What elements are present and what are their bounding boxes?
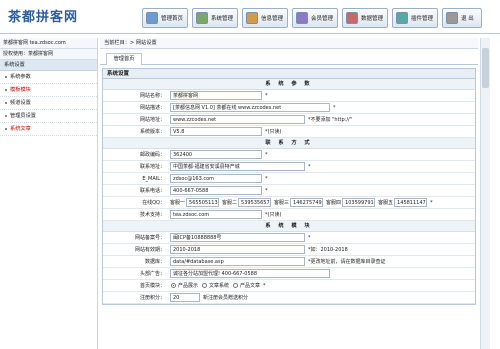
form-title: 系统设置 <box>103 69 475 79</box>
sidebar-item-articles[interactable]: 系统文章 <box>0 123 97 136</box>
row-zip: 邮政编码： 362400 * <box>103 149 475 161</box>
row-tech: 技术支持： tea.zdsoc.com *(只读) <box>103 209 475 221</box>
site-desc-input[interactable]: [茶都信息网 V1.0] 茶都在线 www.zzcodes.net <box>170 103 330 112</box>
qq-group: 客服一 565505113 客服二 539535657 客服三 1462757490 … <box>170 198 433 207</box>
nav-data-button[interactable]: 数据管理 <box>342 8 388 28</box>
row-ad: 头部广告： 诚征各分站加盟代理! 400-667-0588 <box>103 268 475 280</box>
icp-input[interactable]: 闽ICP备10888888号 <box>170 233 305 242</box>
row-points: 注册积分： 20 新注册会员赠送积分 <box>103 292 475 304</box>
row-email: E_MAIL： zdsoc@163.com * <box>103 173 475 185</box>
qq-input-2[interactable]: 539535657 <box>238 198 272 207</box>
sidebar-site-name: 茶都拼客网 tea.zdsoc.com <box>0 38 97 49</box>
points-input[interactable]: 20 <box>170 293 200 302</box>
home-icon <box>146 12 158 24</box>
site-logo: 茶都拼客网 <box>8 10 79 25</box>
sidebar-item-params[interactable]: 系统参数 <box>0 71 97 84</box>
ad-input[interactable]: 诚征各分站加盟代理! 400-667-0588 <box>170 269 330 278</box>
row-site-name: 网站名称： 茶都拼客网 * <box>103 90 475 102</box>
tech-input[interactable]: tea.zdsoc.com <box>170 210 262 219</box>
site-name-input[interactable]: 茶都拼客网 <box>170 91 262 100</box>
database-icon <box>346 12 358 24</box>
phone-input[interactable]: 400-667-0588 <box>170 186 262 195</box>
sidebar-item-admins[interactable]: 管理员设置 <box>0 110 97 123</box>
gear-icon <box>196 12 208 24</box>
top-header: 茶都拼客网 管理首页 系统管理 信息管理 会员管理 数据管理 插件管理 退 出 <box>0 0 500 34</box>
address-input[interactable]: 中国茶都·福建省安溪县特产城 <box>170 162 305 171</box>
nav-members-button[interactable]: 会员管理 <box>292 8 338 28</box>
sys-version-input[interactable]: V5.8 <box>170 127 262 136</box>
radio-products-articles[interactable] <box>233 283 239 288</box>
qq-input-3[interactable]: 1462757490 <box>290 198 324 207</box>
site-url-input[interactable]: www.zzcodes.net <box>170 115 305 124</box>
sidebar: 茶都拼客网 tea.zdsoc.com 授权使用：茶都拼客网 系统设置 系统参数… <box>0 38 98 349</box>
document-icon <box>246 12 258 24</box>
sidebar-group-system[interactable]: 系统设置 <box>0 60 97 71</box>
row-site-url: 网站地址： www.zzcodes.net *不要添加 "http://" <box>103 114 475 126</box>
nav-home-button[interactable]: 管理首页 <box>142 8 188 28</box>
row-home-module: 首页模块： 产品展示 文章系统 产品文章 * <box>103 280 475 292</box>
db-input[interactable]: data/#database.asp <box>170 257 305 266</box>
row-qq: 在线QQ： 客服一 565505113 客服二 539535657 客服三 14627… <box>103 197 475 209</box>
puzzle-icon <box>396 12 408 24</box>
zip-input[interactable]: 362400 <box>170 150 262 159</box>
nav-info-button[interactable]: 信息管理 <box>242 8 288 28</box>
main-content: 当前栏目：> 网站设置 管理首页 系统设置 系 统 参 数 网站名称： 茶都拼客网… <box>100 38 478 349</box>
section-system-params: 系 统 参 数 <box>103 79 475 90</box>
qq-input-5[interactable]: 1458111470 <box>394 198 428 207</box>
nav-system-button[interactable]: 系统管理 <box>192 8 238 28</box>
section-modules: 系 统 模 块 <box>103 221 475 232</box>
email-input[interactable]: zdsoc@163.com <box>170 174 262 183</box>
row-site-desc: 网站描述： [茶都信息网 V1.0] 茶都在线 www.zzcodes.net * <box>103 102 475 114</box>
scrollbar[interactable] <box>480 38 490 349</box>
qq-input-1[interactable]: 565505113 <box>186 198 220 207</box>
tab-admin-home[interactable]: 管理首页 <box>106 53 142 65</box>
breadcrumb: 当前栏目：> 网站设置 <box>100 38 478 49</box>
copyright-input[interactable]: 2010-2018 <box>170 245 305 254</box>
scrollbar-thumb[interactable] <box>482 48 489 88</box>
tab-bar: 管理首页 <box>100 49 478 65</box>
sidebar-license: 授权使用：茶都拼客网 <box>0 49 97 60</box>
sidebar-item-templates[interactable]: 模板模块 <box>0 84 97 97</box>
users-icon <box>296 12 308 24</box>
sidebar-item-channels[interactable]: 频道设置 <box>0 97 97 110</box>
qq-input-4[interactable]: 1035997913 <box>342 198 376 207</box>
logout-button[interactable]: 退 出 <box>442 8 482 28</box>
row-phone: 联系电话： 400-667-0588 * <box>103 185 475 197</box>
row-sys-version: 系统版本： V5.8 *(只读) <box>103 126 475 138</box>
row-address: 联系地址： 中国茶都·福建省安溪县特产城 * <box>103 161 475 173</box>
row-icp: 网站备案号： 闽ICP备10888888号 * <box>103 232 475 244</box>
settings-form: 系统设置 系 统 参 数 网站名称： 茶都拼客网 * 网站描述： [茶都信息网 V1.… <box>102 68 476 305</box>
exit-icon <box>446 12 458 24</box>
section-contact: 联 系 方 式 <box>103 138 475 149</box>
nav-plugins-button[interactable]: 插件管理 <box>392 8 438 28</box>
radio-products[interactable] <box>171 283 176 288</box>
radio-articles[interactable] <box>202 283 208 288</box>
row-db: 数据库： data/#database.asp *更改地址前，请在数据库目录查证 <box>103 256 475 268</box>
row-copyright: 网站有效期： 2010-2018 *如：2010-2018 <box>103 244 475 256</box>
